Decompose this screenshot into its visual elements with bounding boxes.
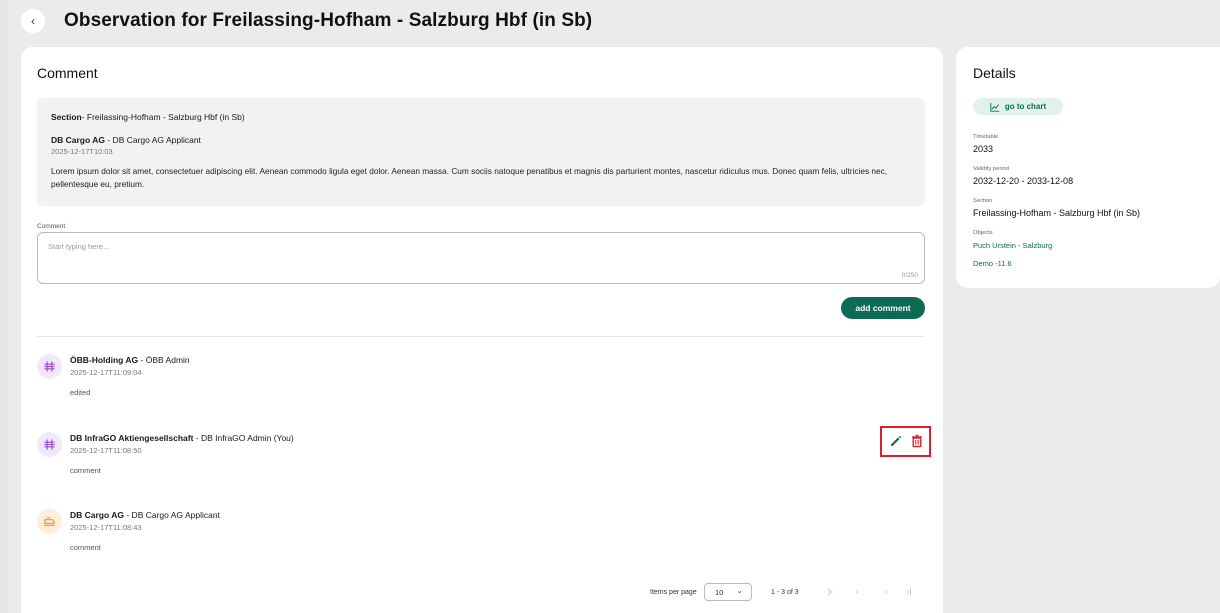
section-value: Freilassing-Hofham - Salzburg Hbf (in Sb… [973,208,1141,218]
grid-icon [44,361,55,372]
pencil-icon[interactable] [889,434,903,448]
comment-author: DB InfraGO Aktiengesellschaft - DB Infra… [70,433,294,443]
object-link[interactable]: Puch Urstein - Salzburg [973,241,1052,250]
section-value: - Freilassing-Hofham - Salzburg Hbf (in … [81,112,245,122]
author-role: - DB Cargo AG Applicant [105,135,201,145]
comment-role: - ÖBB Admin [138,355,190,365]
comment-org: ÖBB-Holding AG [70,355,139,365]
comment-date: 2025-12-17T11:08:43 [70,523,142,532]
comment-input-label: Comment [37,223,66,230]
timetable-label: Timetable [973,134,999,140]
back-button[interactable]: ‹ [21,9,45,33]
comment-org: DB InfraGO Aktiengesellschaft [70,433,194,443]
comment-role: - DB InfraGO Admin (You) [193,433,294,443]
items-per-page-select[interactable]: 10 ⌄ [704,583,752,601]
chart-icon [990,102,999,112]
grid-icon [44,439,55,450]
avatar [37,354,62,379]
char-counter: 0/250 [901,272,918,279]
comment-date: 2025-12-17T11:08:50 [70,446,142,455]
items-per-page-value: 10 [715,588,724,597]
details-heading: Details [973,65,1016,81]
comment-field: 0/250 [37,232,925,284]
comment-date: 2025-12-17T11:09:04 [70,368,142,377]
go-to-chart-button[interactable]: go to chart [973,98,1063,115]
cargo-icon [43,517,56,526]
comment-text: edited [70,388,91,397]
comment-item: ÖBB-Holding AG - ÖBB Admin 2025-12-17T11… [37,352,925,412]
objects-label: Objects [973,230,993,236]
timetable-value: 2033 [973,144,994,154]
validity-label: Validity period [973,166,1009,172]
divider [37,336,925,337]
section-label: Section [51,112,82,122]
observation-body: Lorem ipsum dolor sit amet, consectetuer… [51,166,888,189]
first-page-button[interactable]: |‹ [828,587,833,596]
comment-input[interactable] [38,233,924,283]
page-range: 1 - 3 of 3 [771,589,799,596]
observation-author: DB Cargo AG - DB Cargo AG Applicant [51,135,201,145]
comment-author: ÖBB-Holding AG - ÖBB Admin [70,355,190,365]
comment-item: DB InfraGO Aktiengesellschaft - DB Infra… [37,430,925,490]
page-title: Observation for Freilassing-Hofham - Sal… [64,10,593,31]
comment-role: - DB Cargo AG Applicant [124,510,220,520]
comment-item: DB Cargo AG - DB Cargo AG Applicant 2025… [37,507,925,567]
details-card: Details go to chart Timetable 2033 Valid… [956,47,1220,288]
add-comment-button[interactable]: add comment [841,297,925,319]
avatar [37,509,62,534]
trash-icon[interactable] [910,434,924,448]
comment-card-heading: Comment [37,65,98,81]
chevron-left-icon: ‹ [31,14,35,28]
last-page-button[interactable]: ›| [907,587,912,596]
items-per-page-label: Items per page [650,589,697,596]
object-link[interactable]: Demo -11.6 [973,259,1012,268]
observation-section: Section- Freilassing-Hofham - Salzburg H… [51,112,245,122]
observation-date: 2025-12-17T10:03 [51,147,113,156]
comment-text: comment [70,466,101,475]
comment-author: DB Cargo AG - DB Cargo AG Applicant [70,510,220,520]
go-to-chart-label: go to chart [1004,102,1047,111]
next-page-button[interactable]: › [885,587,888,596]
comment-actions-highlight [880,426,931,457]
original-observation: Section- Freilassing-Hofham - Salzburg H… [37,98,925,206]
comment-org: DB Cargo AG [70,510,124,520]
validity-value: 2032-12-20 - 2033-12-08 [973,176,1074,186]
comment-text: comment [70,543,101,552]
chevron-down-icon: ⌄ [736,586,743,595]
author-org: DB Cargo AG [51,135,105,145]
avatar [37,432,62,457]
prev-page-button[interactable]: ‹ [856,587,859,596]
section-label: Section [973,198,993,204]
comment-card: Comment Section- Freilassing-Hofham - Sa… [21,47,943,613]
